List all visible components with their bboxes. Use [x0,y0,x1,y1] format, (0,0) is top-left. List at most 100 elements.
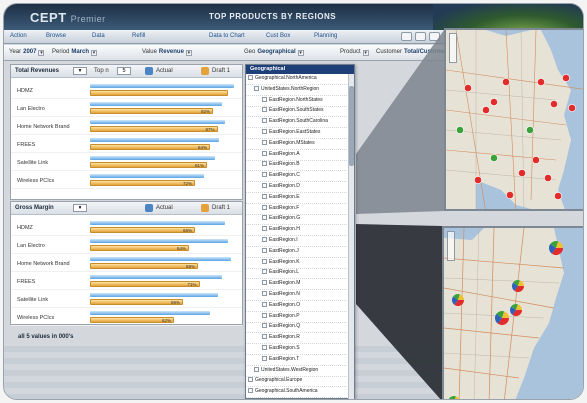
tree-item[interactable]: EastRegion.EastStates [246,129,349,139]
map-marker[interactable] [464,84,472,92]
tree-item-label: Geographical.SouthAmerica [255,388,318,395]
tree-checkbox[interactable] [262,139,267,145]
tree-item-label: Geographical.NorthAmerica [255,75,317,81]
tree-item-label: EastRegion.O [269,301,301,308]
tree-checkbox[interactable] [262,183,267,188]
tree-item[interactable]: EastRegion.B [246,161,349,172]
tree-checkbox[interactable] [262,291,267,296]
map-pies[interactable] [442,226,583,399]
tree-checkbox[interactable] [248,388,253,394]
tree-checkbox[interactable] [262,312,267,318]
map-markers-canvas [446,30,583,209]
tree-item-label: Geographical.Europe [255,377,303,384]
tree-checkbox[interactable] [262,118,267,124]
map-marker[interactable] [544,174,552,182]
scrollbar-thumb[interactable] [349,86,354,166]
tree-item[interactable]: EastRegion.K [246,258,349,269]
tree-item[interactable]: EastRegion.I [246,237,349,247]
tree-item-label: EastRegion.SouthCarolina [269,118,328,125]
tree-item[interactable]: EastRegion.H [246,226,349,237]
tree-item[interactable]: Geographical.SouthAmerica [246,388,349,399]
tree-item[interactable]: Geographical.NorthAmerica [246,75,349,85]
tree-checkbox[interactable] [262,107,267,113]
map-marker[interactable] [554,192,562,200]
tree-item[interactable]: EastRegion.SouthCarolina [246,118,349,129]
map-marker[interactable] [482,106,490,114]
map-zoom-control[interactable] [449,33,457,63]
tree-checkbox[interactable] [262,129,267,134]
tree-item-label: EastRegion.A [269,150,300,157]
tree-checkbox[interactable] [262,345,267,350]
tree-item[interactable]: EastRegion.O [246,301,349,312]
tree-item-label: EastRegion.N [269,291,300,297]
map-marker[interactable] [562,74,570,82]
tree-item[interactable]: EastRegion.M [246,280,349,291]
tree-checkbox[interactable] [254,366,259,372]
tree-item-label: EastRegion.R [269,334,300,341]
map-marker[interactable] [502,78,510,86]
map-markers[interactable] [444,28,583,211]
tree-item[interactable]: UnitedStates.NorthRegion [246,85,349,96]
tree-checkbox[interactable] [262,323,267,329]
tree-item-label: EastRegion.L [269,269,300,276]
tree-item[interactable]: EastRegion.A [246,150,349,161]
tree-checkbox[interactable] [262,247,267,253]
callout-wedge-bottom [356,224,442,399]
map-marker[interactable] [490,154,498,162]
map-marker[interactable] [526,126,534,134]
tree-item[interactable]: EastRegion.J [246,247,349,258]
tree-item[interactable]: EastRegion.D [246,183,349,193]
tree-item[interactable]: EastRegion.SouthStates [246,107,349,118]
tree-checkbox[interactable] [262,355,267,361]
tree-item[interactable]: EastRegion.Q [246,323,349,334]
tree-item-label: EastRegion.I [269,237,298,243]
tree-item[interactable]: EastRegion.G [246,215,349,226]
tree-item[interactable]: UnitedStates.WestRegion [246,366,349,377]
map-marker[interactable] [537,78,545,86]
tree-checkbox[interactable] [262,161,267,167]
tree-item-label: EastRegion.P [269,312,300,319]
tree-checkbox[interactable] [262,193,267,199]
tree-item[interactable]: EastRegion.NorthStates [246,96,349,107]
tree-checkbox[interactable] [262,215,267,221]
tree-checkbox[interactable] [262,204,267,210]
map-pies-canvas [444,228,583,399]
map-marker[interactable] [532,156,540,164]
tree-checkbox[interactable] [248,75,253,80]
tree-checkbox[interactable] [262,226,267,232]
map-marker[interactable] [506,191,514,199]
map-zoom-control[interactable] [447,231,455,261]
tree-checkbox[interactable] [262,301,267,307]
tree-item[interactable]: EastRegion.C [246,172,349,183]
tree-checkbox[interactable] [262,269,267,275]
tree-item[interactable]: EastRegion.P [246,312,349,323]
tree-checkbox[interactable] [262,96,267,102]
tree-checkbox[interactable] [262,150,267,156]
tree-item[interactable]: EastRegion.T [246,355,349,366]
tree-item-label: EastRegion.M [269,280,301,287]
map-marker[interactable] [518,169,526,177]
tree-checkbox[interactable] [254,85,259,91]
tree-item-label: EastRegion.NorthStates [269,96,323,103]
tree-checkbox[interactable] [262,258,267,264]
tree-item[interactable]: EastRegion.S [246,345,349,355]
tree-item[interactable]: EastRegion.F [246,204,349,215]
map-marker[interactable] [456,126,464,134]
tree-checkbox[interactable] [248,377,253,383]
tree-item[interactable]: Geographical.Europe [246,377,349,388]
tree-checkbox[interactable] [262,172,267,178]
tree-item[interactable]: EastRegion.R [246,334,349,345]
tree-item[interactable]: EastRegion.MStates [246,139,349,150]
map-marker[interactable] [490,98,498,106]
map-marker[interactable] [568,104,576,112]
map-marker[interactable] [474,176,482,184]
tree-item[interactable]: EastRegion.E [246,193,349,204]
tree-checkbox[interactable] [262,334,267,340]
tree-item[interactable]: EastRegion.L [246,269,349,280]
tree-item[interactable]: EastRegion.N [246,291,349,301]
tree-checkbox[interactable] [262,237,267,242]
tree-item-label: EastRegion.EastStates [269,129,321,135]
tree-scrollbar[interactable] [348,74,354,399]
tree-checkbox[interactable] [262,280,267,286]
map-marker[interactable] [550,100,558,108]
